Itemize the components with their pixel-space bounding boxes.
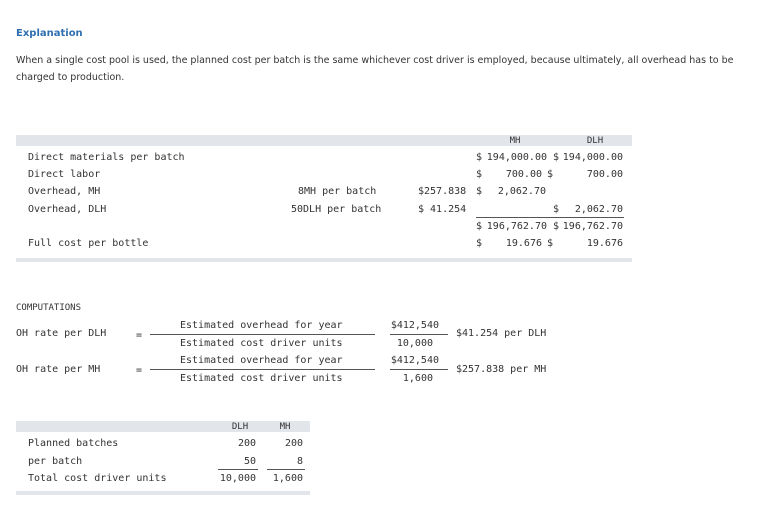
row-label: per batch: [28, 456, 83, 467]
row-label: Direct labor: [28, 169, 101, 180]
total-rule: [218, 469, 258, 470]
row-label: Direct materials per batch: [28, 152, 185, 163]
row-label: Total cost driver units: [28, 473, 167, 484]
col-header-mh: MH: [279, 422, 291, 432]
subtotal-mh: 196,762.70: [486, 221, 547, 232]
currency-sign: $: [547, 169, 554, 180]
equals-sign: =: [136, 330, 143, 341]
explanation-title: Explanation: [16, 28, 83, 39]
oh-rate-mh-label: OH rate per MH: [16, 364, 101, 375]
full-cost-mh: 19.676: [505, 238, 542, 249]
mh-value: 700.00: [505, 169, 542, 180]
mh-value: 1,600: [272, 473, 303, 484]
col-header-dlh: DLH: [586, 136, 604, 146]
full-cost-dlh: 19.676: [586, 238, 623, 249]
driver-table-header-band: [16, 421, 310, 432]
cost-table-header-band: [16, 135, 632, 146]
full-cost-label: Full cost per bottle: [28, 238, 149, 249]
currency-sign: $: [547, 238, 554, 249]
numerator-value: $412,540: [390, 355, 439, 366]
denominator-label: Estimated cost driver units: [180, 373, 343, 384]
rate-value: $257.838: [418, 186, 467, 197]
rate-basis: 8MH per batch: [298, 186, 377, 197]
cost-table-footer-band: [16, 258, 632, 262]
mh-value: 194,000.00: [486, 152, 547, 163]
subtotal-dlh: 196,762.70: [562, 221, 623, 232]
subtotal-rule: [476, 217, 624, 218]
dlh-value: 194,000.00: [562, 152, 623, 163]
denominator-label: Estimated cost driver units: [180, 338, 343, 349]
rate-value: $ 41.254: [418, 204, 467, 215]
numerator-value: $412,540: [390, 320, 439, 331]
row-label: Planned batches: [28, 438, 119, 449]
fraction-bar: [150, 334, 375, 335]
fraction-bar: [150, 369, 375, 370]
mh-value: 200: [284, 438, 303, 449]
dlh-value: 50: [243, 456, 256, 467]
numerator-label: Estimated overhead for year: [180, 320, 343, 331]
equals-sign: =: [136, 365, 143, 376]
col-header-dlh: DLH: [231, 422, 249, 432]
col-header-mh: MH: [509, 136, 521, 146]
fraction-bar: [390, 334, 448, 335]
rate-result: $41.254 per DLH: [456, 328, 547, 339]
denominator-value: 10,000: [396, 338, 433, 349]
dlh-value: 10,000: [219, 473, 256, 484]
rate-result: $257.838 per MH: [456, 364, 547, 375]
computations-heading: COMPUTATIONS: [16, 303, 82, 313]
explanation-text: When a single cost pool is used, the pla…: [16, 55, 734, 83]
mh-value: 8: [296, 456, 303, 467]
row-label: Overhead, MH: [28, 186, 101, 197]
total-rule: [267, 469, 305, 470]
numerator-label: Estimated overhead for year: [180, 355, 343, 366]
driver-table-footer-band: [16, 491, 310, 495]
row-label: Overhead, DLH: [28, 204, 107, 215]
dlh-value: 200: [237, 438, 256, 449]
mh-value: 2,062.70: [497, 186, 546, 197]
oh-rate-dlh-label: OH rate per DLH: [16, 328, 107, 339]
dlh-value: 700.00: [586, 169, 623, 180]
denominator-value: 1,600: [402, 373, 433, 384]
dlh-value: 2,062.70: [574, 204, 623, 215]
rate-basis: 50DLH per batch: [291, 204, 382, 215]
fraction-bar: [390, 369, 448, 370]
